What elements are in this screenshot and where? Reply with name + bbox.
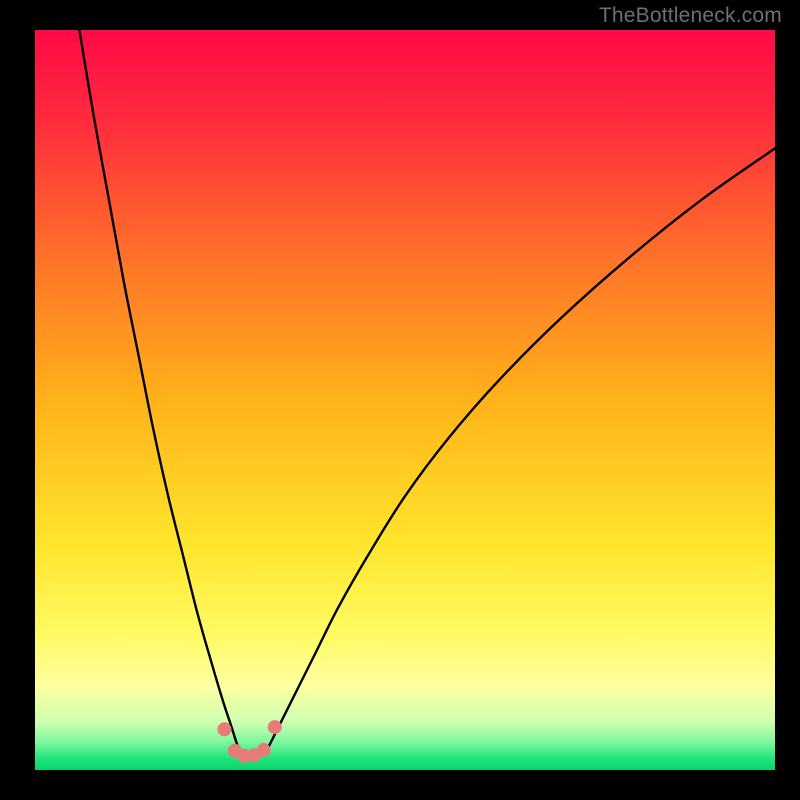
trough-marker xyxy=(268,720,282,734)
trough-marker xyxy=(217,722,231,736)
chart-frame: TheBottleneck.com xyxy=(0,0,800,800)
watermark-text: TheBottleneck.com xyxy=(599,4,782,28)
curve-left-branch xyxy=(79,30,242,755)
curve-layer xyxy=(35,30,775,770)
curve-right-branch xyxy=(264,148,775,755)
trough-marker xyxy=(257,743,271,757)
plot-area xyxy=(35,30,775,770)
